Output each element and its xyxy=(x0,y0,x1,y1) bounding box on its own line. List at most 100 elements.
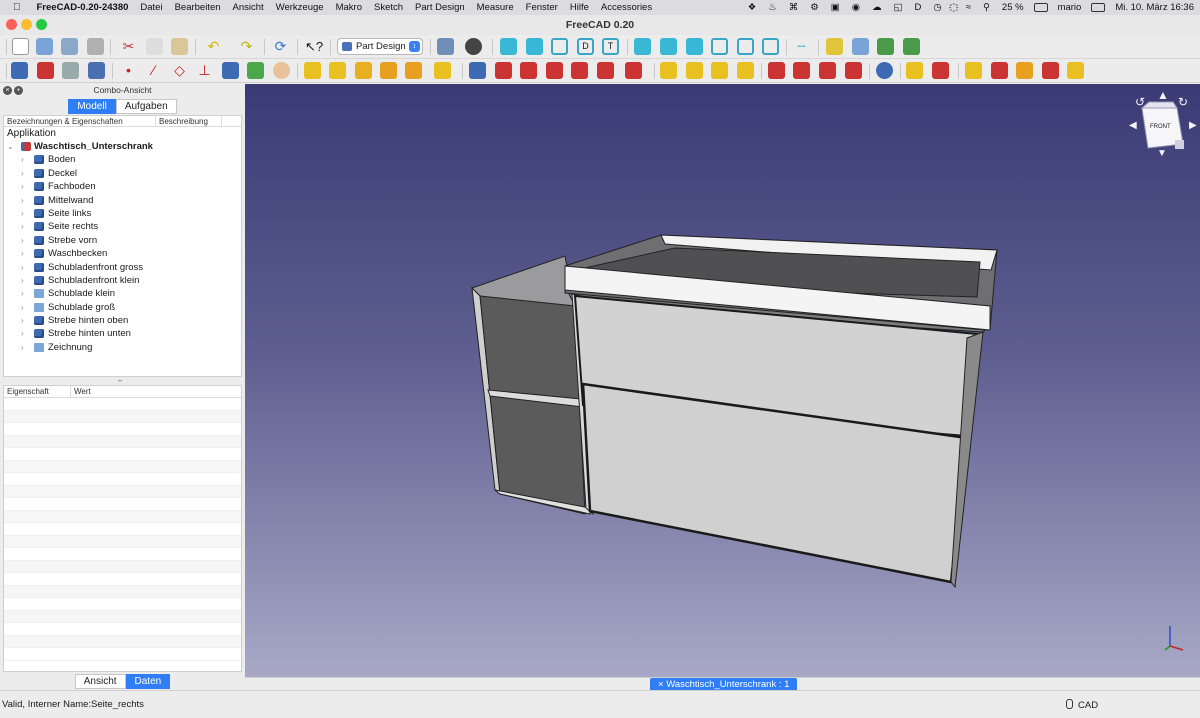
measure-angular-icon[interactable] xyxy=(991,62,1008,79)
chevron-right-icon[interactable]: › xyxy=(21,261,24,274)
close-tab-icon[interactable]: × xyxy=(658,679,664,690)
chevron-right-icon[interactable]: › xyxy=(21,327,24,340)
measure-refresh-icon[interactable] xyxy=(1016,62,1033,79)
clock[interactable]: Mi. 10. März 16:36 xyxy=(1109,2,1200,13)
user-name[interactable]: mario xyxy=(1052,2,1088,13)
create-part-icon[interactable] xyxy=(826,38,843,55)
tab-view[interactable]: Ansicht xyxy=(74,674,126,689)
chevron-right-icon[interactable]: › xyxy=(21,207,24,220)
tree-item[interactable]: › Schublade klein xyxy=(4,287,241,300)
rear-view-icon[interactable] xyxy=(634,38,651,55)
menu-hilfe[interactable]: Hilfe xyxy=(564,2,595,13)
local-coordinate-system-icon[interactable]: ⊥ xyxy=(196,62,213,79)
splitter-handle[interactable]: •• xyxy=(118,379,126,385)
additive-primitive-icon[interactable] xyxy=(434,62,451,79)
navigation-cube[interactable]: FRONT ▲ ◀ ▶ ▼ ↺ ↻ xyxy=(1129,88,1197,159)
chevron-down-icon[interactable]: ⌄ xyxy=(7,140,14,153)
refresh-icon[interactable]: ⟳ xyxy=(272,38,289,55)
clone-icon[interactable] xyxy=(247,62,264,79)
measure-linear-icon[interactable] xyxy=(965,62,982,79)
sprocket-icon[interactable] xyxy=(906,62,923,79)
tree-item[interactable]: › Zeichnung xyxy=(4,341,241,354)
tree-item[interactable]: › Schublade groß xyxy=(4,301,241,314)
top-view-icon[interactable] xyxy=(551,38,568,55)
tab-data[interactable]: Daten xyxy=(125,674,171,689)
create-group-icon[interactable] xyxy=(852,38,869,55)
fit-all-icon[interactable] xyxy=(437,38,454,55)
tree-item[interactable]: › Seite links xyxy=(4,207,241,220)
menu-bearbeiten[interactable]: Bearbeiten xyxy=(169,2,227,13)
control-center-icon[interactable] xyxy=(1091,3,1106,12)
datum-plane-icon[interactable]: ◇ xyxy=(171,62,188,79)
search-icon[interactable]: ⚲ xyxy=(977,2,996,13)
battery-icon[interactable] xyxy=(1033,3,1048,12)
menu-sketch[interactable]: Sketch xyxy=(368,2,409,13)
chevron-right-icon[interactable]: › xyxy=(21,194,24,207)
tree-item[interactable]: › Fachboden xyxy=(4,180,241,193)
app-menu[interactable]: FreeCAD-0.20-24380 xyxy=(27,2,135,13)
rotate-left-icon[interactable] xyxy=(711,38,728,55)
face-icon[interactable] xyxy=(273,62,290,79)
chevron-right-icon[interactable]: › xyxy=(21,341,24,354)
revolution-icon[interactable] xyxy=(329,62,346,79)
chevron-right-icon[interactable]: › xyxy=(21,301,24,314)
close-panel-icon[interactable]: × xyxy=(3,86,12,95)
tree-item[interactable]: › Strebe hinten oben xyxy=(4,314,241,327)
chevron-right-icon[interactable]: › xyxy=(21,220,24,233)
hole-icon[interactable] xyxy=(495,62,512,79)
tree-item[interactable]: › Waschbecken xyxy=(4,247,241,260)
menu-werkzeuge[interactable]: Werkzeuge xyxy=(270,2,330,13)
involute-gear-icon[interactable] xyxy=(932,62,949,79)
top-letter-view-icon[interactable]: T xyxy=(602,38,619,55)
subtractive-primitive-icon[interactable] xyxy=(625,62,642,79)
copy-icon[interactable] xyxy=(146,38,163,55)
measure-clear-icon[interactable] xyxy=(1042,62,1059,79)
tree-root[interactable]: Applikation xyxy=(4,128,241,140)
subtractive-helix-icon[interactable] xyxy=(597,62,614,79)
tab-tasks[interactable]: Aufgaben xyxy=(115,99,177,114)
additive-pipe-icon[interactable] xyxy=(380,62,397,79)
whats-this-icon[interactable]: ↖? xyxy=(305,38,323,55)
close-window-button[interactable] xyxy=(6,19,17,30)
apple-menu-icon[interactable]:  xyxy=(0,2,27,13)
tray-app2-icon[interactable]: ⌘ xyxy=(783,2,805,13)
sub-shape-binder-icon[interactable] xyxy=(222,62,239,79)
chamfer-icon[interactable] xyxy=(793,62,810,79)
menu-measure[interactable]: Measure xyxy=(471,2,520,13)
tray-app6-icon[interactable]: D xyxy=(909,2,928,13)
multi-transform-icon[interactable] xyxy=(737,62,754,79)
chevron-right-icon[interactable]: › xyxy=(21,287,24,300)
minimize-window-button[interactable] xyxy=(21,19,32,30)
boolean-icon[interactable] xyxy=(876,62,893,79)
draft-icon[interactable] xyxy=(819,62,836,79)
validate-sketch-icon[interactable] xyxy=(62,62,79,79)
tree-item[interactable]: › Schubladenfront gross xyxy=(4,261,241,274)
cut-icon[interactable]: ✂ xyxy=(120,38,137,55)
prop-col-value[interactable]: Wert xyxy=(71,386,91,397)
tray-app5-icon[interactable]: ◱ xyxy=(888,2,909,13)
bottom-view-icon[interactable] xyxy=(660,38,677,55)
3d-viewport[interactable]: FRONT ▲ ◀ ▶ ▼ ↺ ↻ xyxy=(245,84,1200,677)
tree-item[interactable]: › Mittelwand xyxy=(4,194,241,207)
linear-pattern-icon[interactable] xyxy=(686,62,703,79)
tree-document[interactable]: ⌄ Waschtisch_Unterschrank xyxy=(4,140,241,153)
link-actions-icon[interactable] xyxy=(903,38,920,55)
menu-accessories[interactable]: Accessories xyxy=(595,2,658,13)
tree-item[interactable]: › Strebe hinten unten xyxy=(4,327,241,340)
menu-part-design[interactable]: Part Design xyxy=(409,2,471,13)
workbench-selector[interactable]: Part Design ↕ xyxy=(337,38,423,55)
tree-item[interactable]: › Seite rechts xyxy=(4,220,241,233)
3d-scene[interactable]: FRONT ▲ ◀ ▶ ▼ ↺ ↻ xyxy=(245,84,1200,677)
datum-point-icon[interactable]: • xyxy=(120,62,137,79)
draw-style-icon[interactable] xyxy=(465,38,482,55)
cabinet-model[interactable] xyxy=(471,234,998,589)
shape-binder-icon[interactable] xyxy=(88,62,105,79)
tab-model[interactable]: Modell xyxy=(68,99,116,114)
datum-line-icon[interactable]: ∕ xyxy=(145,62,162,79)
create-link-icon[interactable] xyxy=(877,38,894,55)
new-document-icon[interactable] xyxy=(12,38,29,55)
chevron-right-icon[interactable]: › xyxy=(21,314,24,327)
tree-col-description[interactable]: Beschreibung xyxy=(156,116,222,126)
dropbox-icon[interactable]: ❖ xyxy=(742,2,763,13)
rotate-right-icon[interactable] xyxy=(737,38,754,55)
